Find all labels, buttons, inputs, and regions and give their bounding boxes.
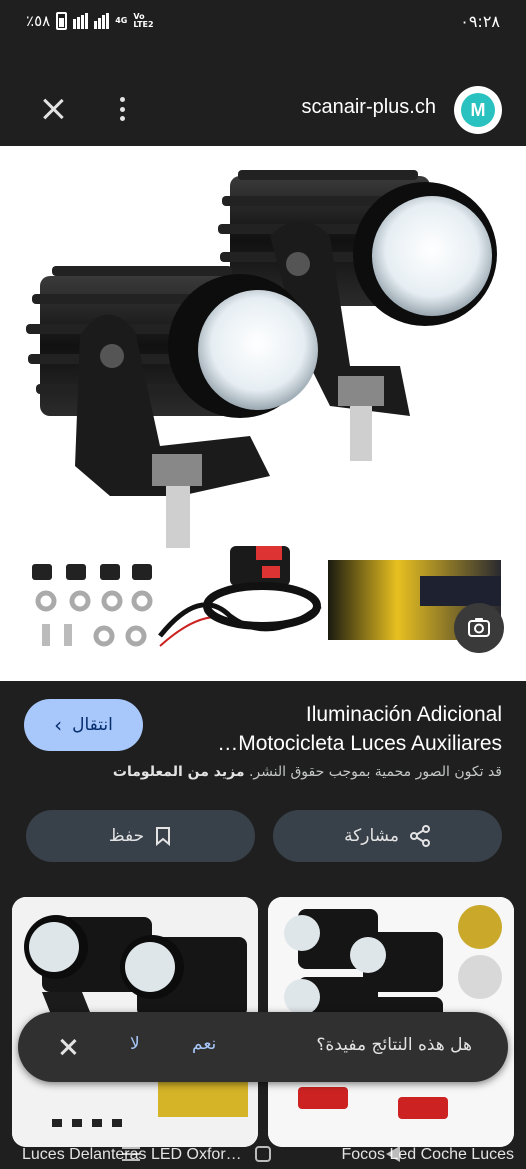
share-icon xyxy=(409,825,430,847)
site-logo[interactable]: M xyxy=(454,86,502,134)
status-icons: ٥٨٪ 4G Vo LTE2 xyxy=(26,12,159,30)
top-bar: scanair-plus.ch M xyxy=(0,48,526,146)
title-line-1: Iluminación Adicional xyxy=(305,703,502,726)
feedback-question: هل هذه النتائج مفيدة؟ xyxy=(316,1035,472,1055)
more-info-link[interactable]: مزيد من المعلومات xyxy=(113,764,245,780)
copyright-text: قد تكون الصور محمية بموجب حقوق النشر. xyxy=(248,764,502,780)
chevron-left-icon: ‹ xyxy=(54,713,63,737)
google-lens-button[interactable] xyxy=(454,603,504,653)
close-button[interactable] xyxy=(36,92,70,126)
visit-button-label: انتقال xyxy=(72,715,113,735)
volte-label: Vo LTE2 xyxy=(133,12,154,29)
share-button-label: مشاركة xyxy=(344,826,399,846)
battery-icon xyxy=(56,12,68,30)
feedback-no-button[interactable]: لا xyxy=(130,1034,140,1054)
accessories xyxy=(32,546,501,647)
result-title[interactable]: Iluminación Adicional Motocicleta Luces … xyxy=(182,700,502,758)
motorcycle-lights-image xyxy=(26,170,501,647)
save-button-label: حفظ xyxy=(108,826,145,846)
close-icon[interactable] xyxy=(58,1037,78,1057)
battery-percent: ٥٨٪ xyxy=(26,12,51,30)
title-line-2: Motocicleta Luces Auxiliares… xyxy=(217,732,502,755)
signal-2-icon xyxy=(94,13,110,29)
system-nav-bar xyxy=(0,1139,526,1169)
share-button[interactable]: مشاركة xyxy=(273,810,502,862)
visit-button[interactable]: ‹ انتقال xyxy=(24,699,143,751)
home-icon[interactable] xyxy=(255,1146,271,1162)
back-icon[interactable] xyxy=(386,1146,400,1162)
front-light xyxy=(26,266,318,548)
site-name[interactable]: scanair-plus.ch xyxy=(301,96,436,119)
site-logo-letter: M xyxy=(461,93,495,127)
main-product-image[interactable] xyxy=(0,146,526,681)
feedback-yes-button[interactable]: نعم xyxy=(192,1034,216,1054)
status-bar: ٥٨٪ 4G Vo LTE2 ٠٩:٢٨ xyxy=(0,0,526,48)
bookmark-icon xyxy=(156,827,171,846)
copyright-notice: قد تكون الصور محمية بموجب حقوق النشر. مز… xyxy=(22,764,502,780)
more-options-icon[interactable] xyxy=(112,94,132,124)
feedback-snackbar: لا نعم هل هذه النتائج مفيدة؟ xyxy=(18,1012,508,1082)
lens-icon xyxy=(468,618,490,637)
save-button[interactable]: حفظ xyxy=(26,810,255,862)
clock: ٠٩:٢٨ xyxy=(460,12,500,31)
signal-icon xyxy=(73,13,89,29)
recents-icon[interactable] xyxy=(122,1147,140,1161)
network-type-label: 4G xyxy=(115,16,128,25)
